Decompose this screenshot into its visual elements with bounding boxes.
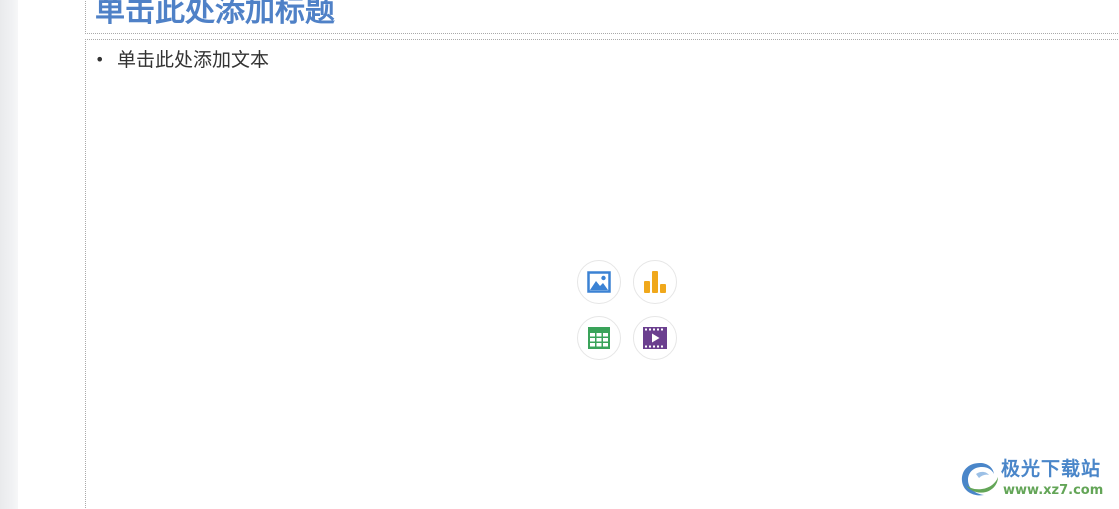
bullet-marker: • [95,50,105,69]
picture-icon [587,271,611,293]
content-placeholder-text: 单击此处添加文本 [117,49,270,71]
insert-video-button[interactable] [633,316,677,360]
video-icon [643,327,667,349]
watermark-name: 极光下载站 [1001,458,1102,480]
title-placeholder[interactable]: 单击此处添加标题 [85,0,1119,34]
table-icon [588,327,610,349]
insert-chart-button[interactable] [633,260,677,304]
site-logo-icon [961,463,998,496]
bar-chart-icon [644,271,666,293]
bullet-item: • 单击此处添加文本 [95,49,269,71]
insert-picture-button[interactable] [577,260,621,304]
site-watermark: 极光下载站 www.xz7.com [958,458,1113,503]
slide-panel-edge [0,0,18,509]
watermark-url: www.xz7.com [1003,483,1104,498]
slide: 单击此处添加标题 • 单击此处添加文本 [18,0,1119,509]
insert-table-button[interactable] [577,316,621,360]
slide-editor-canvas: 单击此处添加标题 • 单击此处添加文本 极光下载站 www.xz7.com [0,0,1119,509]
title-placeholder-text: 单击此处添加标题 [95,0,335,29]
